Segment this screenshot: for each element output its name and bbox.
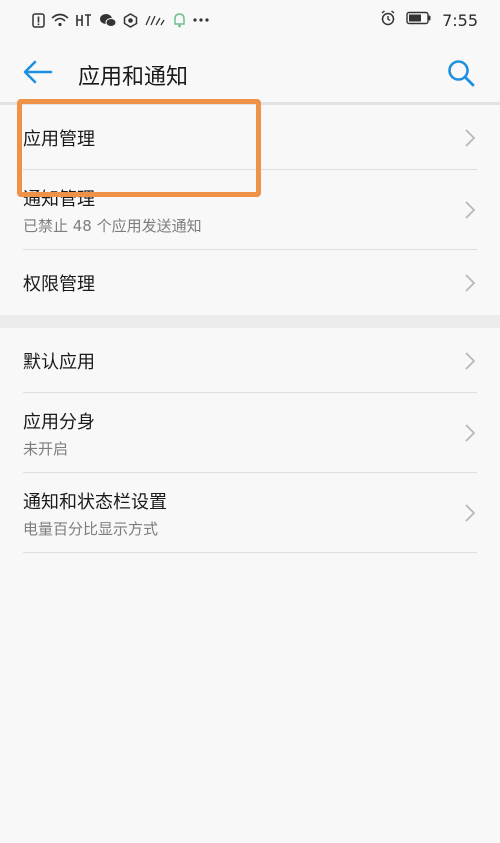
status-time: 7:55 xyxy=(442,10,478,30)
search-button[interactable] xyxy=(446,58,476,88)
chevron-right-icon xyxy=(465,504,476,522)
settings-group-1: 应用管理 通知管理 已禁止 48 个应用发送通知 权限管理 xyxy=(0,105,500,315)
wechat-icon xyxy=(99,12,117,28)
search-icon xyxy=(448,60,475,87)
list-item-title: 通知管理 xyxy=(23,189,95,210)
settings-group-2: 默认应用 应用分身 未开启 通知和状态栏设置 电量百分比显示方式 xyxy=(0,328,500,553)
wifi-icon xyxy=(51,12,69,28)
battery-icon xyxy=(406,11,432,29)
chevron-right-icon xyxy=(465,129,476,147)
list-item-app-twin[interactable]: 应用分身 未开启 xyxy=(0,393,500,473)
chevron-right-icon xyxy=(465,201,476,219)
list-item-subtitle: 未开启 xyxy=(23,440,69,458)
more-icon xyxy=(193,12,209,28)
list-item-title: 默认应用 xyxy=(23,352,95,373)
alarm-icon xyxy=(380,10,396,30)
notification-icon xyxy=(172,12,187,28)
list-item-title: 通知和状态栏设置 xyxy=(23,492,167,513)
status-icons-right: 7:55 xyxy=(380,10,478,30)
list-item-default-apps[interactable]: 默认应用 xyxy=(0,328,500,393)
app-icon xyxy=(123,12,138,28)
divider xyxy=(23,552,477,553)
chevron-right-icon xyxy=(465,424,476,442)
chevron-right-icon xyxy=(465,274,476,292)
group-separator xyxy=(0,315,500,328)
list-item-permission-management[interactable]: 权限管理 xyxy=(0,250,500,315)
list-item-title: 权限管理 xyxy=(23,274,95,295)
list-item-subtitle: 已禁止 48 个应用发送通知 xyxy=(23,217,202,235)
settings-screen: 7:55 应用和通知 应用管理 通知管理 已禁止 48 个应用发送通知 权限管理… xyxy=(0,0,500,843)
status-icons-left xyxy=(32,12,209,28)
back-arrow-icon xyxy=(23,60,53,84)
list-item-title: 应用管理 xyxy=(23,129,95,150)
list-item-notification-management[interactable]: 通知管理 已禁止 48 个应用发送通知 xyxy=(0,170,500,250)
page-title: 应用和通知 xyxy=(78,65,189,90)
list-item-app-management[interactable]: 应用管理 xyxy=(0,105,500,170)
app-header: 应用和通知 xyxy=(0,40,500,104)
chevron-right-icon xyxy=(465,352,476,370)
list-item-title: 应用分身 xyxy=(23,412,95,433)
alert-icon xyxy=(32,12,45,28)
status-bar: 7:55 xyxy=(0,0,500,40)
list-item-notification-statusbar-settings[interactable]: 通知和状态栏设置 电量百分比显示方式 xyxy=(0,473,500,553)
list-item-subtitle: 电量百分比显示方式 xyxy=(23,520,159,538)
signal-speed-icon xyxy=(144,12,166,28)
back-button[interactable] xyxy=(22,58,54,86)
hd-icon xyxy=(75,12,93,28)
